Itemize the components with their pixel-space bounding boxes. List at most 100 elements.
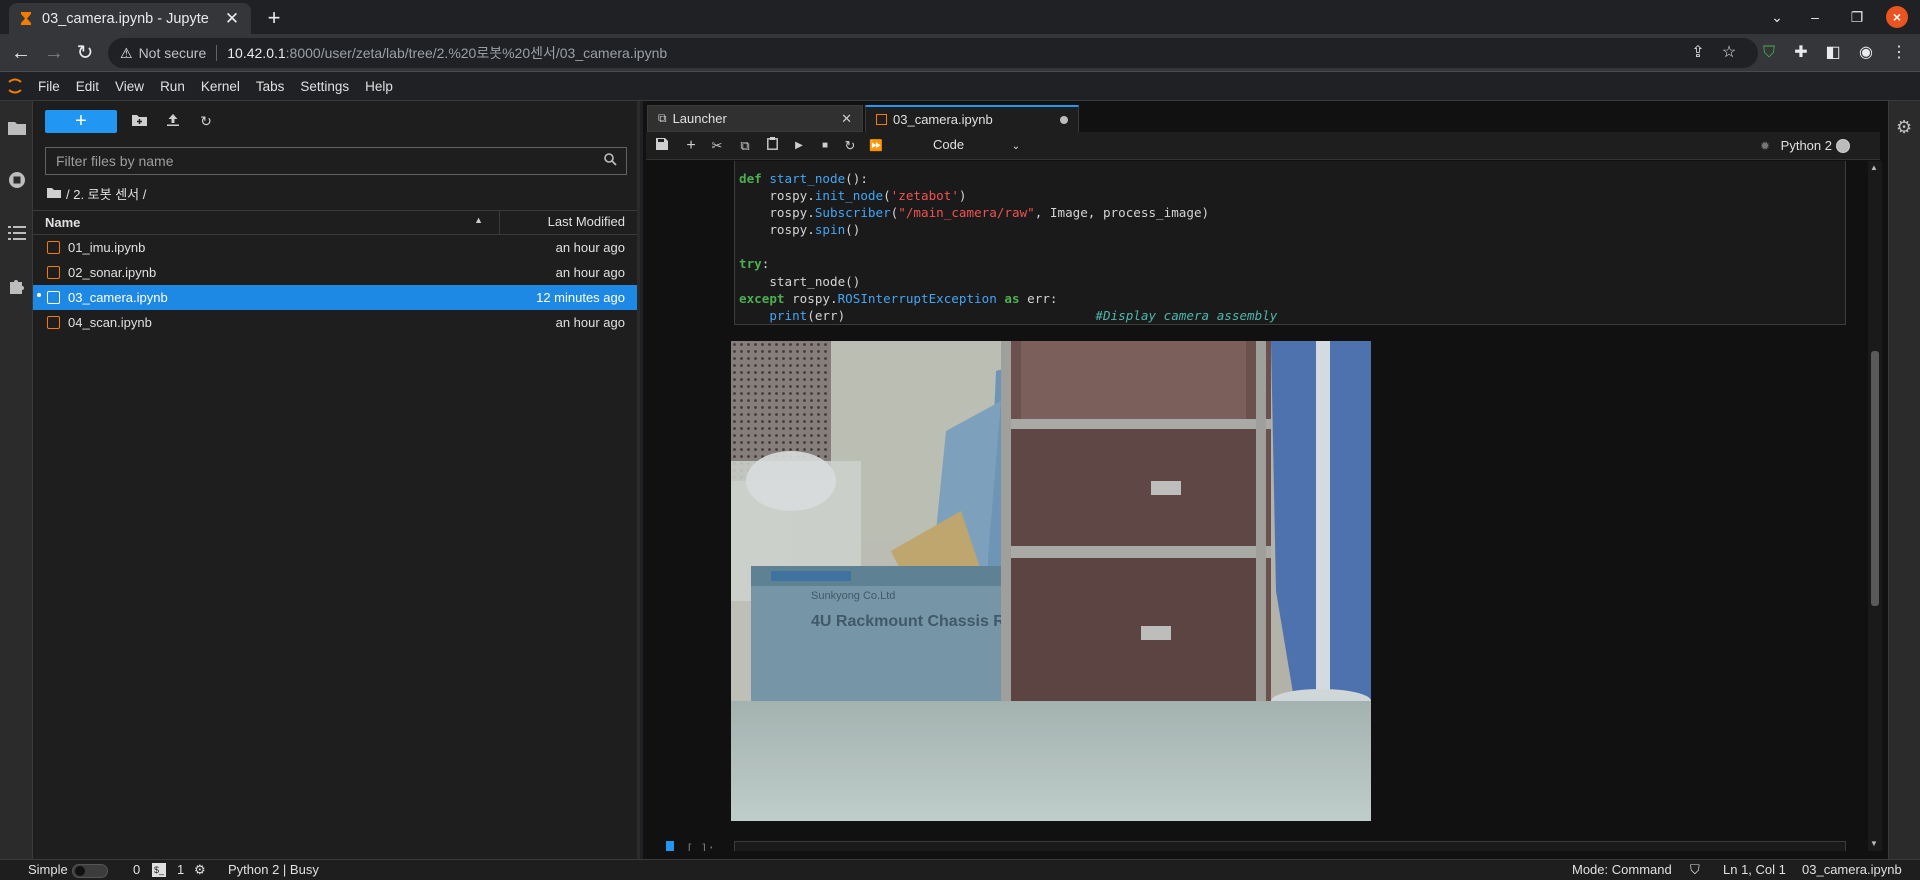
active-filename: 03_camera.ipynb bbox=[1802, 862, 1902, 877]
menu-kernel[interactable]: Kernel bbox=[193, 72, 248, 101]
refresh-icon[interactable]: ↻ bbox=[196, 111, 216, 131]
bookmark-star-icon[interactable]: ☆ bbox=[1719, 43, 1739, 63]
notebook-file-icon bbox=[47, 291, 60, 304]
launcher-icon: ⧉ bbox=[658, 111, 667, 125]
address-divider bbox=[216, 45, 218, 61]
browser-menu-icon[interactable]: ⋮ bbox=[1889, 43, 1909, 63]
file-name: 02_sonar.ipynb bbox=[68, 265, 157, 280]
kernel-chip-icon[interactable]: ⚙ bbox=[194, 862, 206, 878]
close-tab-icon[interactable]: ✕ bbox=[841, 111, 852, 127]
table-of-contents-icon[interactable] bbox=[6, 222, 28, 244]
jupyter-hourglass-icon bbox=[19, 11, 33, 27]
file-row[interactable]: 04_scan.ipynb an hour ago bbox=[33, 310, 637, 335]
unsaved-dot-icon[interactable] bbox=[1060, 115, 1068, 124]
file-name: 04_scan.ipynb bbox=[68, 315, 152, 330]
breadcrumb-path[interactable]: / 2. 로봇 센서 / bbox=[66, 184, 146, 203]
close-tab-icon[interactable]: ✕ bbox=[223, 9, 241, 29]
copy-icon[interactable]: ⧉ bbox=[736, 137, 754, 155]
menu-tabs[interactable]: Tabs bbox=[248, 72, 293, 101]
kernel-status[interactable]: Python 2 | Busy bbox=[228, 862, 319, 877]
new-tab-button[interactable]: + bbox=[260, 4, 288, 32]
status-bar: Simple 0 $_ 1 ⚙ Python 2 | Busy Mode: Co… bbox=[0, 859, 1920, 880]
right-sidebar: ⚙ bbox=[1888, 101, 1920, 859]
profile-avatar-icon[interactable]: ◉ bbox=[1856, 43, 1876, 63]
terminal-icon[interactable]: $_ bbox=[152, 863, 166, 877]
file-browser-panel: + ↻ Filter files by name / 2. 로봇 센서 / Na… bbox=[33, 101, 640, 859]
new-folder-icon[interactable] bbox=[129, 111, 149, 131]
stop-icon[interactable]: ■ bbox=[816, 137, 834, 155]
restore-icon[interactable]: ❐ bbox=[1845, 7, 1869, 27]
empty-code-cell[interactable] bbox=[734, 841, 1846, 851]
insert-cell-icon[interactable]: + bbox=[682, 137, 700, 155]
kernel-count[interactable]: 1 bbox=[177, 862, 184, 877]
run-icon[interactable]: ▶ bbox=[790, 137, 808, 155]
notebook-file-icon bbox=[47, 266, 60, 279]
forward-icon[interactable]: → bbox=[42, 41, 66, 65]
cut-icon[interactable]: ✂ bbox=[708, 137, 726, 155]
extension-manager-icon[interactable] bbox=[6, 275, 28, 297]
menu-run[interactable]: Run bbox=[152, 72, 193, 101]
column-name[interactable]: Name ▲ bbox=[33, 215, 499, 230]
terminal-count[interactable]: 0 bbox=[133, 862, 140, 877]
code-cell[interactable]: def start_node(): rospy.init_node('zetab… bbox=[734, 161, 1846, 325]
share-icon[interactable]: ⇪ bbox=[1688, 43, 1708, 63]
kernel-name[interactable]: Python 2 bbox=[1781, 138, 1832, 153]
notebook-scrollbar[interactable]: ▲ ▼ bbox=[1868, 161, 1882, 851]
file-row[interactable]: 02_sonar.ipynb an hour ago bbox=[33, 260, 637, 285]
reload-icon[interactable]: ↻ bbox=[73, 41, 97, 65]
side-panel-icon[interactable]: ◧ bbox=[1823, 43, 1843, 63]
chevron-down-icon: ⌄ bbox=[1011, 141, 1021, 152]
paste-icon[interactable] bbox=[763, 137, 781, 155]
upload-icon[interactable] bbox=[163, 111, 183, 131]
file-modified: an hour ago bbox=[555, 265, 625, 280]
tab-label: Launcher bbox=[672, 111, 727, 126]
menu-view[interactable]: View bbox=[107, 72, 152, 101]
column-last-modified[interactable]: Last Modified bbox=[499, 210, 637, 235]
property-inspector-gear-icon[interactable]: ⚙ bbox=[1896, 117, 1912, 138]
menu-file[interactable]: File bbox=[30, 72, 68, 101]
tab-launcher[interactable]: ⧉ Launcher ✕ bbox=[647, 105, 863, 132]
back-icon[interactable]: ← bbox=[9, 41, 33, 65]
address-bar[interactable]: ⚠ Not secure 10.42.0.1 :8000/user/zeta/l… bbox=[108, 38, 1758, 68]
minimize-icon[interactable]: – bbox=[1803, 7, 1827, 27]
filter-placeholder: Filter files by name bbox=[56, 153, 174, 169]
tab-notebook[interactable]: 03_camera.ipynb bbox=[865, 105, 1079, 132]
menu-settings[interactable]: Settings bbox=[292, 72, 357, 101]
column-name-label: Name bbox=[45, 215, 81, 230]
file-list-header: Name ▲ Last Modified bbox=[33, 210, 637, 235]
document-tab-bar: ⧉ Launcher ✕ 03_camera.ipynb bbox=[647, 105, 1081, 132]
jupyter-logo-icon bbox=[0, 72, 30, 101]
folder-icon[interactable] bbox=[6, 116, 28, 138]
tab-search-icon[interactable]: ⌄ bbox=[1765, 7, 1789, 27]
cursor-position[interactable]: Ln 1, Col 1 bbox=[1723, 862, 1786, 877]
scroll-down-icon[interactable]: ▼ bbox=[1870, 839, 1878, 848]
file-row[interactable]: 01_imu.ipynb an hour ago bbox=[33, 235, 637, 260]
restart-run-all-icon[interactable]: ⏩ bbox=[867, 137, 885, 155]
code-editor[interactable]: def start_node(): rospy.init_node('zetab… bbox=[735, 161, 1845, 324]
menu-help[interactable]: Help bbox=[357, 72, 401, 101]
shield-extension-icon[interactable]: ⛉ bbox=[1759, 43, 1779, 63]
kernel-busy-icon bbox=[1836, 139, 1850, 153]
file-filter-input[interactable]: Filter files by name bbox=[45, 147, 627, 175]
scrollbar-thumb[interactable] bbox=[1871, 351, 1879, 606]
notebook-file-icon bbox=[47, 316, 60, 329]
save-icon[interactable] bbox=[653, 137, 671, 155]
restart-icon[interactable]: ↻ bbox=[841, 137, 859, 155]
new-launcher-button[interactable]: + bbox=[45, 110, 117, 133]
window-close-button[interactable]: × bbox=[1886, 6, 1908, 28]
browser-tab[interactable]: 03_camera.ipynb - Jupyte ✕ bbox=[9, 3, 251, 34]
running-kernels-icon[interactable] bbox=[6, 169, 28, 191]
active-cell-marker bbox=[666, 841, 674, 851]
tab-label: 03_camera.ipynb bbox=[893, 112, 993, 127]
scroll-up-icon[interactable]: ▲ bbox=[1870, 163, 1878, 172]
cell-type-select[interactable]: Code ⌄ bbox=[933, 137, 1020, 152]
breadcrumb-folder-icon[interactable] bbox=[47, 186, 61, 201]
file-modified: 12 minutes ago bbox=[536, 290, 625, 305]
extensions-puzzle-icon[interactable]: ✚ bbox=[1791, 43, 1811, 63]
simple-mode-toggle[interactable] bbox=[72, 864, 108, 878]
debugger-bug-icon[interactable]: ✹ bbox=[1760, 139, 1770, 153]
notebook-body: def start_node(): rospy.init_node('zetab… bbox=[646, 161, 1868, 851]
trusted-shield-icon[interactable]: ⛉ bbox=[1690, 862, 1700, 878]
file-row-selected[interactable]: 03_camera.ipynb 12 minutes ago bbox=[33, 285, 637, 310]
menu-edit[interactable]: Edit bbox=[68, 72, 107, 101]
